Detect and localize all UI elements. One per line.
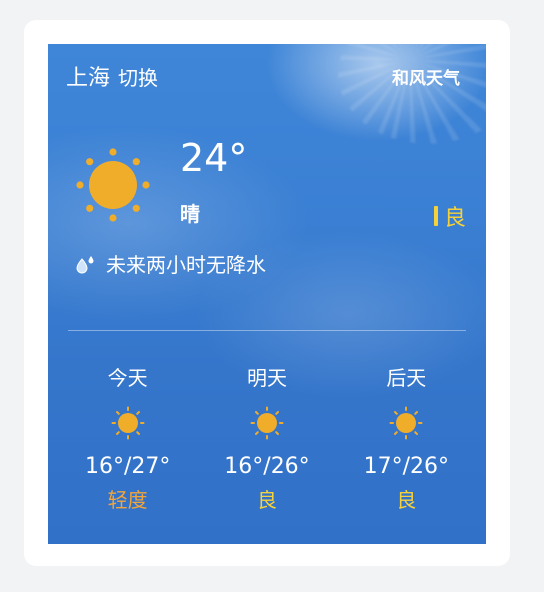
current-temperature: 24° xyxy=(180,136,248,180)
forecast-day-label: 后天 xyxy=(386,366,427,390)
forecast-air-quality: 轻度 xyxy=(107,488,148,512)
precipitation-text: 未来两小时无降水 xyxy=(106,253,266,277)
switch-city-button[interactable]: 切换 xyxy=(118,66,158,90)
current-condition: 晴 xyxy=(180,202,200,226)
forecast-air-quality: 良 xyxy=(396,488,417,512)
sun-icon xyxy=(111,406,145,440)
forecast-temperature-range: 16°/27° xyxy=(84,454,171,479)
sun-icon xyxy=(76,148,150,222)
forecast-temperature-range: 16°/26° xyxy=(224,454,310,479)
sun-icon xyxy=(389,406,423,440)
aqi-indicator-bar xyxy=(433,206,438,226)
divider xyxy=(68,330,466,331)
forecast-day-after-tomorrow: 后天 17°/26° 良 xyxy=(337,364,476,514)
city-name: 上海 xyxy=(66,66,111,91)
city-header: 上海 切换 xyxy=(66,60,158,92)
forecast-day-today: 今天 16°/27° 轻度 xyxy=(58,364,197,514)
air-quality-label: 良 xyxy=(443,206,466,231)
forecast-list: 今天 16°/27° 轻度 明天 16°/26° 良 后天 17°/26° 良 xyxy=(58,364,476,514)
forecast-day-label: 今天 xyxy=(107,366,148,390)
weather-widget: 上海 切换 和风天气 24° 晴 良 未来两小时无降水 今天 16°/27° 轻… xyxy=(48,44,486,544)
brand-link[interactable]: 和风天气 xyxy=(392,64,460,89)
sun-rays-decoration xyxy=(338,44,486,144)
sun-icon xyxy=(250,406,284,440)
air-quality-badge: 良 xyxy=(433,200,466,232)
weather-card: 上海 切换 和风天气 24° 晴 良 未来两小时无降水 今天 16°/27° 轻… xyxy=(24,20,510,566)
precipitation-notice: 未来两小时无降水 xyxy=(74,249,266,278)
raindrop-icon xyxy=(76,255,94,273)
forecast-temperature-range: 17°/26° xyxy=(363,454,450,479)
forecast-air-quality: 良 xyxy=(256,488,277,512)
forecast-day-tomorrow: 明天 16°/26° 良 xyxy=(197,364,336,514)
forecast-day-label: 明天 xyxy=(246,366,287,390)
